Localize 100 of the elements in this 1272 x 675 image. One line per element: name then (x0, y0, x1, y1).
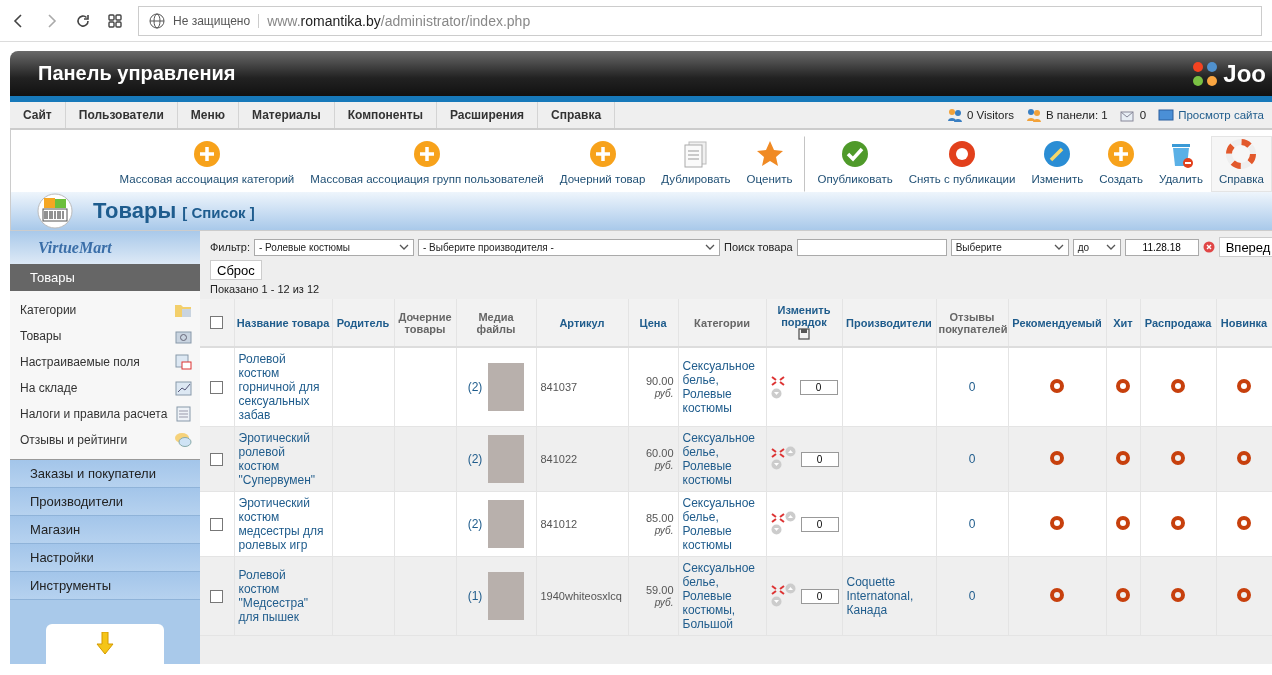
ring-icon[interactable] (1116, 378, 1130, 393)
chart-icon (174, 380, 192, 396)
select-all-checkbox[interactable] (210, 316, 224, 330)
sidebar-heading: Товары (10, 264, 200, 291)
toolbar-button[interactable]: Дублировать (653, 136, 739, 192)
row-checkbox[interactable] (210, 381, 224, 395)
menu-item[interactable]: Меню (177, 102, 240, 128)
price-text: 85.00 (645, 512, 674, 524)
sidebar-section[interactable]: Производители (10, 488, 200, 516)
ring-icon[interactable] (1237, 515, 1251, 530)
move-arrows-icon[interactable] (770, 513, 785, 523)
ring-icon[interactable] (1050, 587, 1064, 602)
sidebar-section[interactable]: Инструменты (10, 572, 200, 600)
media-count-link[interactable]: (2) (467, 380, 483, 394)
go-button[interactable]: Вперед (1218, 237, 1272, 257)
ring-icon[interactable] (1237, 587, 1251, 602)
ring-icon[interactable] (1050, 450, 1064, 465)
ring-icon[interactable] (1050, 515, 1064, 530)
ring-icon[interactable] (1116, 515, 1130, 530)
ring-icon[interactable] (1171, 378, 1185, 393)
toolbar-button[interactable]: Удалить (1150, 136, 1211, 192)
sidebar-section[interactable]: Магазин (10, 516, 200, 544)
address-bar[interactable]: Не защищено www.romantika.by/administrator/index.php (138, 5, 1262, 36)
reviews-link[interactable]: 0 (968, 452, 976, 466)
sidebar-section[interactable]: Настройки (10, 544, 200, 572)
order-input[interactable]: 0 (800, 451, 839, 467)
date-mode-select[interactable]: Выберите (950, 238, 1069, 256)
save-icon[interactable] (798, 327, 810, 340)
menu-item[interactable]: Материалы (239, 102, 335, 128)
manufacturer-select[interactable]: - Выберите производителя - (418, 238, 720, 256)
order-input[interactable]: 0 (799, 379, 838, 395)
order-input[interactable]: 0 (800, 516, 839, 532)
order-input[interactable]: 0 (800, 588, 839, 604)
sidebar-item[interactable]: Налоги и правила расчета (10, 401, 200, 427)
sku-text: 1940whiteosxlcq (540, 590, 622, 602)
toolbar-button[interactable]: Создать (1091, 136, 1151, 192)
sidebar-item[interactable]: Категории (10, 297, 200, 323)
toolbar-button[interactable]: Справка (1210, 136, 1272, 192)
menu-item[interactable]: Сайт (10, 102, 66, 128)
chevron-icon (399, 243, 409, 251)
move-arrows-icon[interactable] (770, 585, 785, 595)
reviews-link[interactable]: 0 (968, 517, 976, 531)
move-arrows-icon[interactable] (770, 448, 785, 458)
clear-icon[interactable] (1202, 241, 1215, 253)
chevron-icon (1053, 243, 1064, 251)
menu-item[interactable]: Справка (538, 102, 616, 128)
chevron-icon (1105, 243, 1116, 251)
date-field[interactable]: 11.28.18 (1124, 238, 1199, 256)
toolbar-button[interactable]: Снять с публикации (900, 136, 1024, 192)
status-text: 0 Visitors (966, 109, 1014, 121)
column-header: Дочерние товары (397, 310, 453, 335)
toolbar-button[interactable]: Изменить (1023, 136, 1092, 192)
results-summary: Показано 1 - 12 из 12 (210, 283, 321, 295)
ring-icon[interactable] (1237, 450, 1251, 465)
toolbar-button[interactable]: Массовая ассоциация групп пользователей (302, 136, 552, 192)
row-checkbox[interactable] (210, 590, 224, 604)
toolbar-button[interactable]: Массовая ассоциация категорий (111, 136, 303, 192)
media-count-link[interactable]: (1) (467, 589, 483, 603)
sidebar-item[interactable]: На складе (10, 375, 200, 401)
row-checkbox[interactable] (210, 453, 224, 467)
menu-item[interactable]: Расширения (436, 102, 539, 128)
date-operator-select[interactable]: до (1072, 238, 1121, 256)
ring-icon[interactable] (1237, 378, 1251, 393)
filter-label: Фильтр: (210, 241, 250, 253)
sidebar-item[interactable]: Настраиваемые поля (10, 349, 200, 375)
category-select[interactable]: - Ролевые костюмы (254, 238, 414, 256)
ring-icon[interactable] (1116, 587, 1130, 602)
sku-text: 841012 (540, 518, 578, 530)
currency-text: руб. (654, 460, 674, 471)
media-count-link[interactable]: (2) (467, 517, 483, 531)
globe-icon (149, 12, 165, 29)
speech-bubble-icon (174, 432, 192, 448)
menu-item[interactable]: Компоненты (334, 102, 437, 128)
toolbar-button[interactable]: Дочерний товар (551, 136, 654, 192)
photo-placeholder (488, 500, 525, 548)
ring-icon[interactable] (1050, 378, 1064, 393)
plus-icon (587, 139, 618, 169)
reset-button[interactable]: Сброс (210, 260, 262, 280)
sidebar-section[interactable]: Заказы и покупатели (10, 460, 200, 488)
preview-site-link[interactable]: Просмотр сайта (1178, 109, 1264, 121)
check-icon (840, 139, 871, 169)
reviews-link[interactable]: 0 (968, 380, 976, 394)
reviews-link[interactable]: 0 (968, 589, 976, 603)
ring-icon[interactable] (1171, 450, 1185, 465)
search-field[interactable] (796, 238, 947, 256)
toolbar-button[interactable]: Оценить (738, 136, 801, 192)
apps-icon[interactable] (106, 11, 124, 30)
sku-text: 841037 (540, 381, 578, 393)
photo-placeholder (488, 363, 525, 411)
move-arrows-icon[interactable] (770, 375, 785, 386)
row-checkbox[interactable] (210, 518, 224, 532)
ring-icon[interactable] (1116, 450, 1130, 465)
ring-icon[interactable] (1171, 515, 1185, 530)
sidebar-item[interactable]: Товары (10, 323, 200, 349)
menu-item[interactable]: Пользователи (65, 102, 178, 128)
help-icon (1226, 139, 1257, 169)
sidebar-item[interactable]: Отзывы и рейтинги (10, 427, 200, 453)
status-text: 0 (1139, 109, 1147, 121)
media-count-link[interactable]: (2) (467, 452, 483, 466)
ring-icon[interactable] (1171, 587, 1185, 602)
